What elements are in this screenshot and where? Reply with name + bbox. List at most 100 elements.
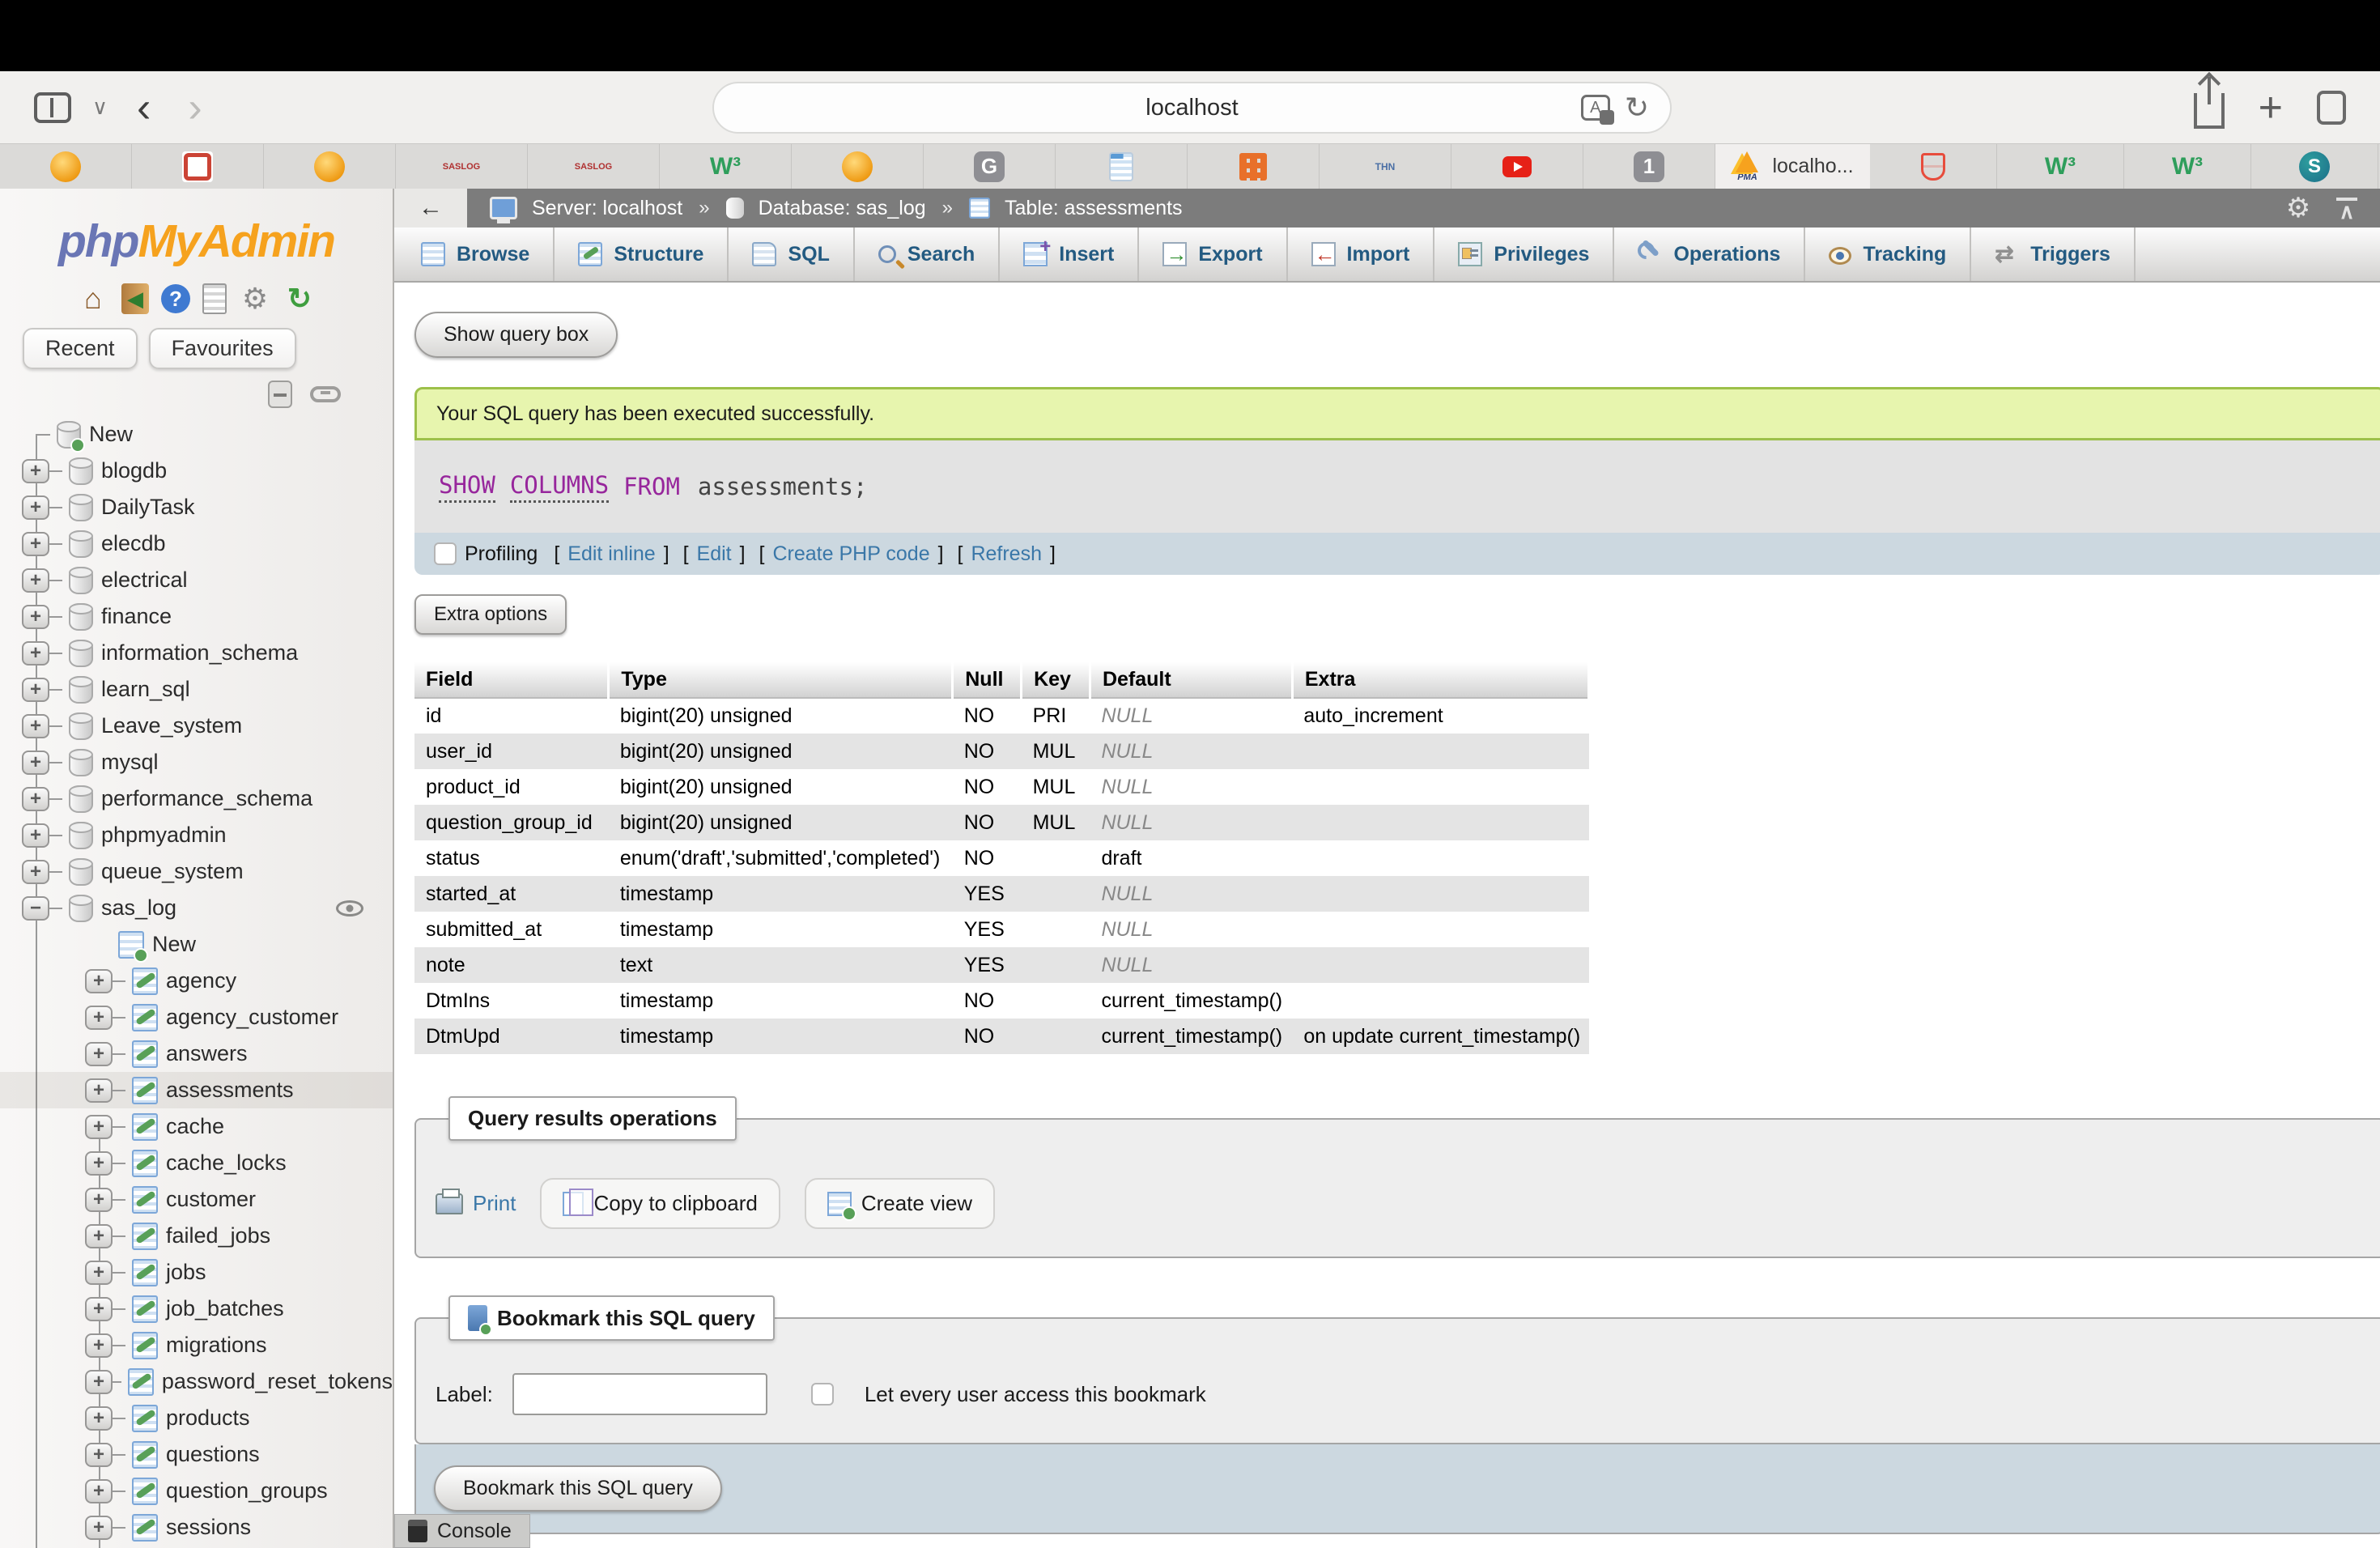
expand-icon[interactable]: +	[85, 1516, 113, 1540]
sidebar-item-table[interactable]: + migrations	[0, 1327, 393, 1363]
sidebar-item-table[interactable]: + answers	[0, 1036, 393, 1072]
bookmark-submit-button[interactable]: Bookmark this SQL query	[434, 1465, 722, 1512]
tab-insert[interactable]: Insert	[1000, 228, 1139, 281]
page-settings-icon[interactable]: ⚙	[2284, 194, 2312, 222]
tab-overview-icon[interactable]	[2317, 91, 2346, 125]
profiling-checkbox[interactable]	[434, 542, 457, 565]
sidebar-item-table[interactable]: + agency_customer	[0, 999, 393, 1036]
translate-icon[interactable]: A	[1581, 95, 1610, 121]
help-icon[interactable]: ?	[161, 284, 190, 313]
tab-search[interactable]: Search	[855, 228, 1000, 281]
sidebar-item-table[interactable]: + cache_locks	[0, 1145, 393, 1181]
favourites-button[interactable]: Favourites	[149, 328, 296, 369]
browser-tab[interactable]: W³	[660, 144, 792, 189]
collapse-all-icon[interactable]	[268, 381, 292, 408]
table-row[interactable]: status enum('draft','submitted','complet…	[414, 840, 1589, 876]
browser-tab[interactable]	[792, 144, 924, 189]
expand-icon[interactable]: +	[85, 1224, 113, 1248]
sidebar-item-database-sas-log[interactable]: − sas_log	[0, 890, 393, 926]
browser-tab[interactable]	[1188, 144, 1320, 189]
table-row[interactable]: note text YES NULL	[414, 947, 1589, 983]
browser-tab[interactable]	[1056, 144, 1188, 189]
url-bar[interactable]: localhost A ↻	[712, 82, 1672, 134]
reload-icon[interactable]: ↻	[1625, 91, 1649, 125]
browser-tab[interactable]: SASLOG	[396, 144, 528, 189]
sidebar-item-database[interactable]: + blogdb	[0, 453, 393, 489]
new-tab-button[interactable]: +	[2259, 87, 2283, 129]
show-query-box-button[interactable]: Show query box	[414, 312, 618, 358]
table-row[interactable]: submitted_at timestamp YES NULL	[414, 912, 1589, 947]
sidebar-item-database[interactable]: + mysql	[0, 744, 393, 780]
expand-icon[interactable]: +	[22, 714, 49, 738]
sidebar-item-database[interactable]: + DailyTask	[0, 489, 393, 525]
recent-button[interactable]: Recent	[23, 328, 138, 369]
expand-icon[interactable]: +	[85, 1443, 113, 1467]
sidebar-item-database[interactable]: + phpmyadmin	[0, 817, 393, 853]
link-panel-icon[interactable]	[310, 386, 341, 402]
sidebar-item-table[interactable]: + sessions	[0, 1509, 393, 1546]
browser-tab[interactable]	[264, 144, 396, 189]
eye-icon[interactable]	[336, 900, 363, 916]
tab-structure[interactable]: Structure	[555, 228, 729, 281]
expand-icon[interactable]: +	[22, 568, 49, 593]
expand-icon[interactable]: +	[22, 860, 49, 884]
sidebar-item-database[interactable]: + electrical	[0, 562, 393, 598]
sidebar-item-table[interactable]: + jobs	[0, 1254, 393, 1291]
chevron-down-icon[interactable]: ∨	[92, 95, 108, 120]
tab-operations[interactable]: Operations	[1614, 228, 1805, 281]
collapse-top-icon[interactable]	[2335, 196, 2359, 220]
expand-icon[interactable]: +	[22, 532, 49, 556]
table-row[interactable]: DtmUpd timestamp NO current_timestamp() …	[414, 1019, 1589, 1054]
expand-icon[interactable]: +	[85, 1115, 113, 1139]
extra-options-button[interactable]: Extra options	[414, 594, 567, 635]
tab-privileges[interactable]: Privileges	[1434, 228, 1614, 281]
expand-icon[interactable]: +	[22, 495, 49, 520]
browser-sidebar-toggle-icon[interactable]	[34, 92, 71, 123]
table-row[interactable]: product_id bigint(20) unsigned NO MUL NU…	[414, 769, 1589, 805]
pma-logo[interactable]: phpMyAdmin	[0, 215, 393, 268]
sidebar-item-table[interactable]: + agency	[0, 963, 393, 999]
sidebar-item-table[interactable]: + customer	[0, 1181, 393, 1218]
profiling-link[interactable]: Edit	[697, 542, 732, 566]
sidebar-item-table[interactable]: + cache	[0, 1108, 393, 1145]
bookmark-label-input[interactable]	[512, 1373, 767, 1415]
sidebar-item-table[interactable]: + questions	[0, 1436, 393, 1473]
breadcrumb-table[interactable]: Table: assessments	[1005, 197, 1183, 220]
profiling-link[interactable]: Create PHP code	[773, 542, 930, 566]
expand-icon[interactable]: +	[85, 1188, 113, 1212]
table-row[interactable]: user_id bigint(20) unsigned NO MUL NULL	[414, 734, 1589, 769]
browser-tab[interactable]: W³	[1997, 144, 2124, 189]
docs-icon[interactable]	[202, 283, 227, 314]
browser-tab[interactable]: 1	[1583, 144, 1715, 189]
table-row[interactable]: started_at timestamp YES NULL	[414, 876, 1589, 912]
sidebar-item-table[interactable]: + job_batches	[0, 1291, 393, 1327]
logout-icon[interactable]: ◀	[121, 283, 149, 314]
expand-icon[interactable]: +	[85, 1406, 113, 1431]
browser-tab[interactable]: PMA localho...	[1715, 144, 1870, 189]
copy-to-clipboard-button[interactable]: Copy to clipboard	[540, 1178, 780, 1229]
expand-icon[interactable]: +	[85, 1078, 113, 1103]
print-link[interactable]: Print	[436, 1191, 516, 1216]
sidebar-item-new-database[interactable]: New	[0, 416, 393, 453]
browser-tab[interactable]	[1451, 144, 1583, 189]
sidebar-item-database[interactable]: + learn_sql	[0, 671, 393, 708]
create-view-button[interactable]: Create view	[805, 1178, 995, 1229]
expand-icon[interactable]: +	[85, 1261, 113, 1285]
expand-icon[interactable]: +	[85, 969, 113, 993]
back-button[interactable]: ‹	[129, 87, 159, 129]
browser-tab[interactable]	[0, 144, 132, 189]
browser-tab[interactable]: S	[2251, 144, 2378, 189]
sidebar-item-database[interactable]: + information_schema	[0, 635, 393, 671]
reload-icon[interactable]: ↻	[283, 283, 316, 315]
expand-icon[interactable]: +	[85, 1479, 113, 1503]
breadcrumb-server[interactable]: Server: localhost	[532, 197, 682, 220]
sidebar-item-database[interactable]: + elecdb	[0, 525, 393, 562]
sidebar-item-new-table[interactable]: New	[0, 926, 393, 963]
breadcrumb-database[interactable]: Database: sas_log	[759, 197, 926, 220]
browser-tab[interactable]: W³	[2124, 144, 2251, 189]
sidebar-item-table[interactable]: + products	[0, 1400, 393, 1436]
settings-icon[interactable]: ⚙	[239, 283, 271, 315]
expand-icon[interactable]: +	[22, 641, 49, 666]
tab-export[interactable]: Export	[1139, 228, 1287, 281]
expand-icon[interactable]: +	[85, 1333, 113, 1358]
